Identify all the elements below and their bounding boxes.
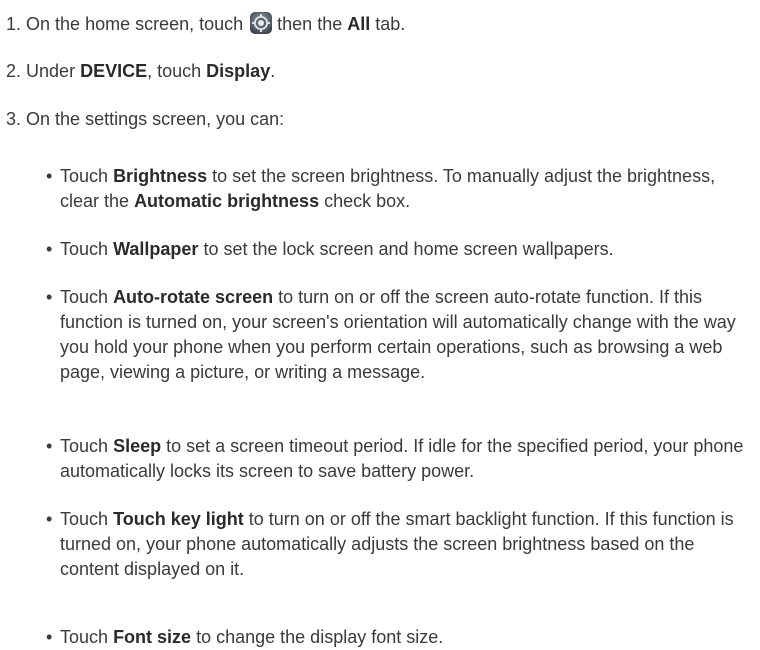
step-text: On the settings screen, you can: — [26, 109, 285, 129]
step-1: 1. On the home screen, touch then the Al… — [6, 11, 405, 36]
device-section-label: DEVICE — [80, 61, 148, 81]
step-text: On the home screen, touch — [26, 14, 244, 34]
step-text: . — [270, 61, 276, 81]
bullet-marker: • — [46, 239, 53, 259]
list-item-wallpaper: • Touch Wallpaper to set the lock screen… — [46, 237, 746, 262]
touch-key-light-label: Touch key light — [113, 509, 244, 529]
list-item-font-size: • Touch Font size to change the display … — [46, 625, 746, 650]
step-text: , touch — [147, 61, 202, 81]
item-lead: Touch — [60, 239, 109, 259]
list-item-sleep: • Touch Sleep to set a screen timeout pe… — [46, 434, 746, 484]
automatic-brightness-label: Automatic brightness — [134, 191, 320, 211]
item-text: check box. — [324, 191, 411, 211]
wallpaper-label: Wallpaper — [113, 239, 199, 259]
settings-gear-icon — [249, 11, 273, 35]
display-option-label: Display — [206, 61, 271, 81]
item-lead: Touch — [60, 509, 109, 529]
item-lead: Touch — [60, 627, 109, 647]
bullet-marker: • — [46, 436, 53, 456]
step-3: 3. On the settings screen, you can: — [6, 107, 284, 131]
bullet-marker: • — [46, 166, 53, 186]
auto-rotate-label: Auto-rotate screen — [113, 287, 274, 307]
list-item-auto-rotate: • Touch Auto-rotate screen to turn on or… — [46, 285, 746, 385]
step-text: Under — [26, 61, 76, 81]
item-lead: Touch — [60, 436, 109, 456]
item-text: to change the display font size. — [196, 627, 444, 647]
brightness-label: Brightness — [113, 166, 208, 186]
step-number: 2. — [6, 61, 22, 81]
font-size-label: Font size — [113, 627, 192, 647]
item-text: to set the lock screen and home screen w… — [203, 239, 614, 259]
step-2: 2. Under DEVICE, touch Display. — [6, 59, 275, 83]
step-text: then the — [277, 14, 343, 34]
item-lead: Touch — [60, 166, 109, 186]
bullet-marker: • — [46, 509, 53, 529]
step-number: 1. — [6, 14, 22, 34]
item-lead: Touch — [60, 287, 109, 307]
sleep-label: Sleep — [113, 436, 162, 456]
list-item-touch-key-light: • Touch Touch key light to turn on or of… — [46, 507, 746, 582]
item-text: to set a screen timeout period. If idle … — [60, 436, 744, 481]
step-text: tab. — [375, 14, 406, 34]
all-tab-label: All — [347, 14, 371, 34]
list-item-brightness: • Touch Brightness to set the screen bri… — [46, 164, 746, 214]
bullet-marker: • — [46, 627, 53, 647]
bullet-marker: • — [46, 287, 53, 307]
step-number: 3. — [6, 109, 22, 129]
